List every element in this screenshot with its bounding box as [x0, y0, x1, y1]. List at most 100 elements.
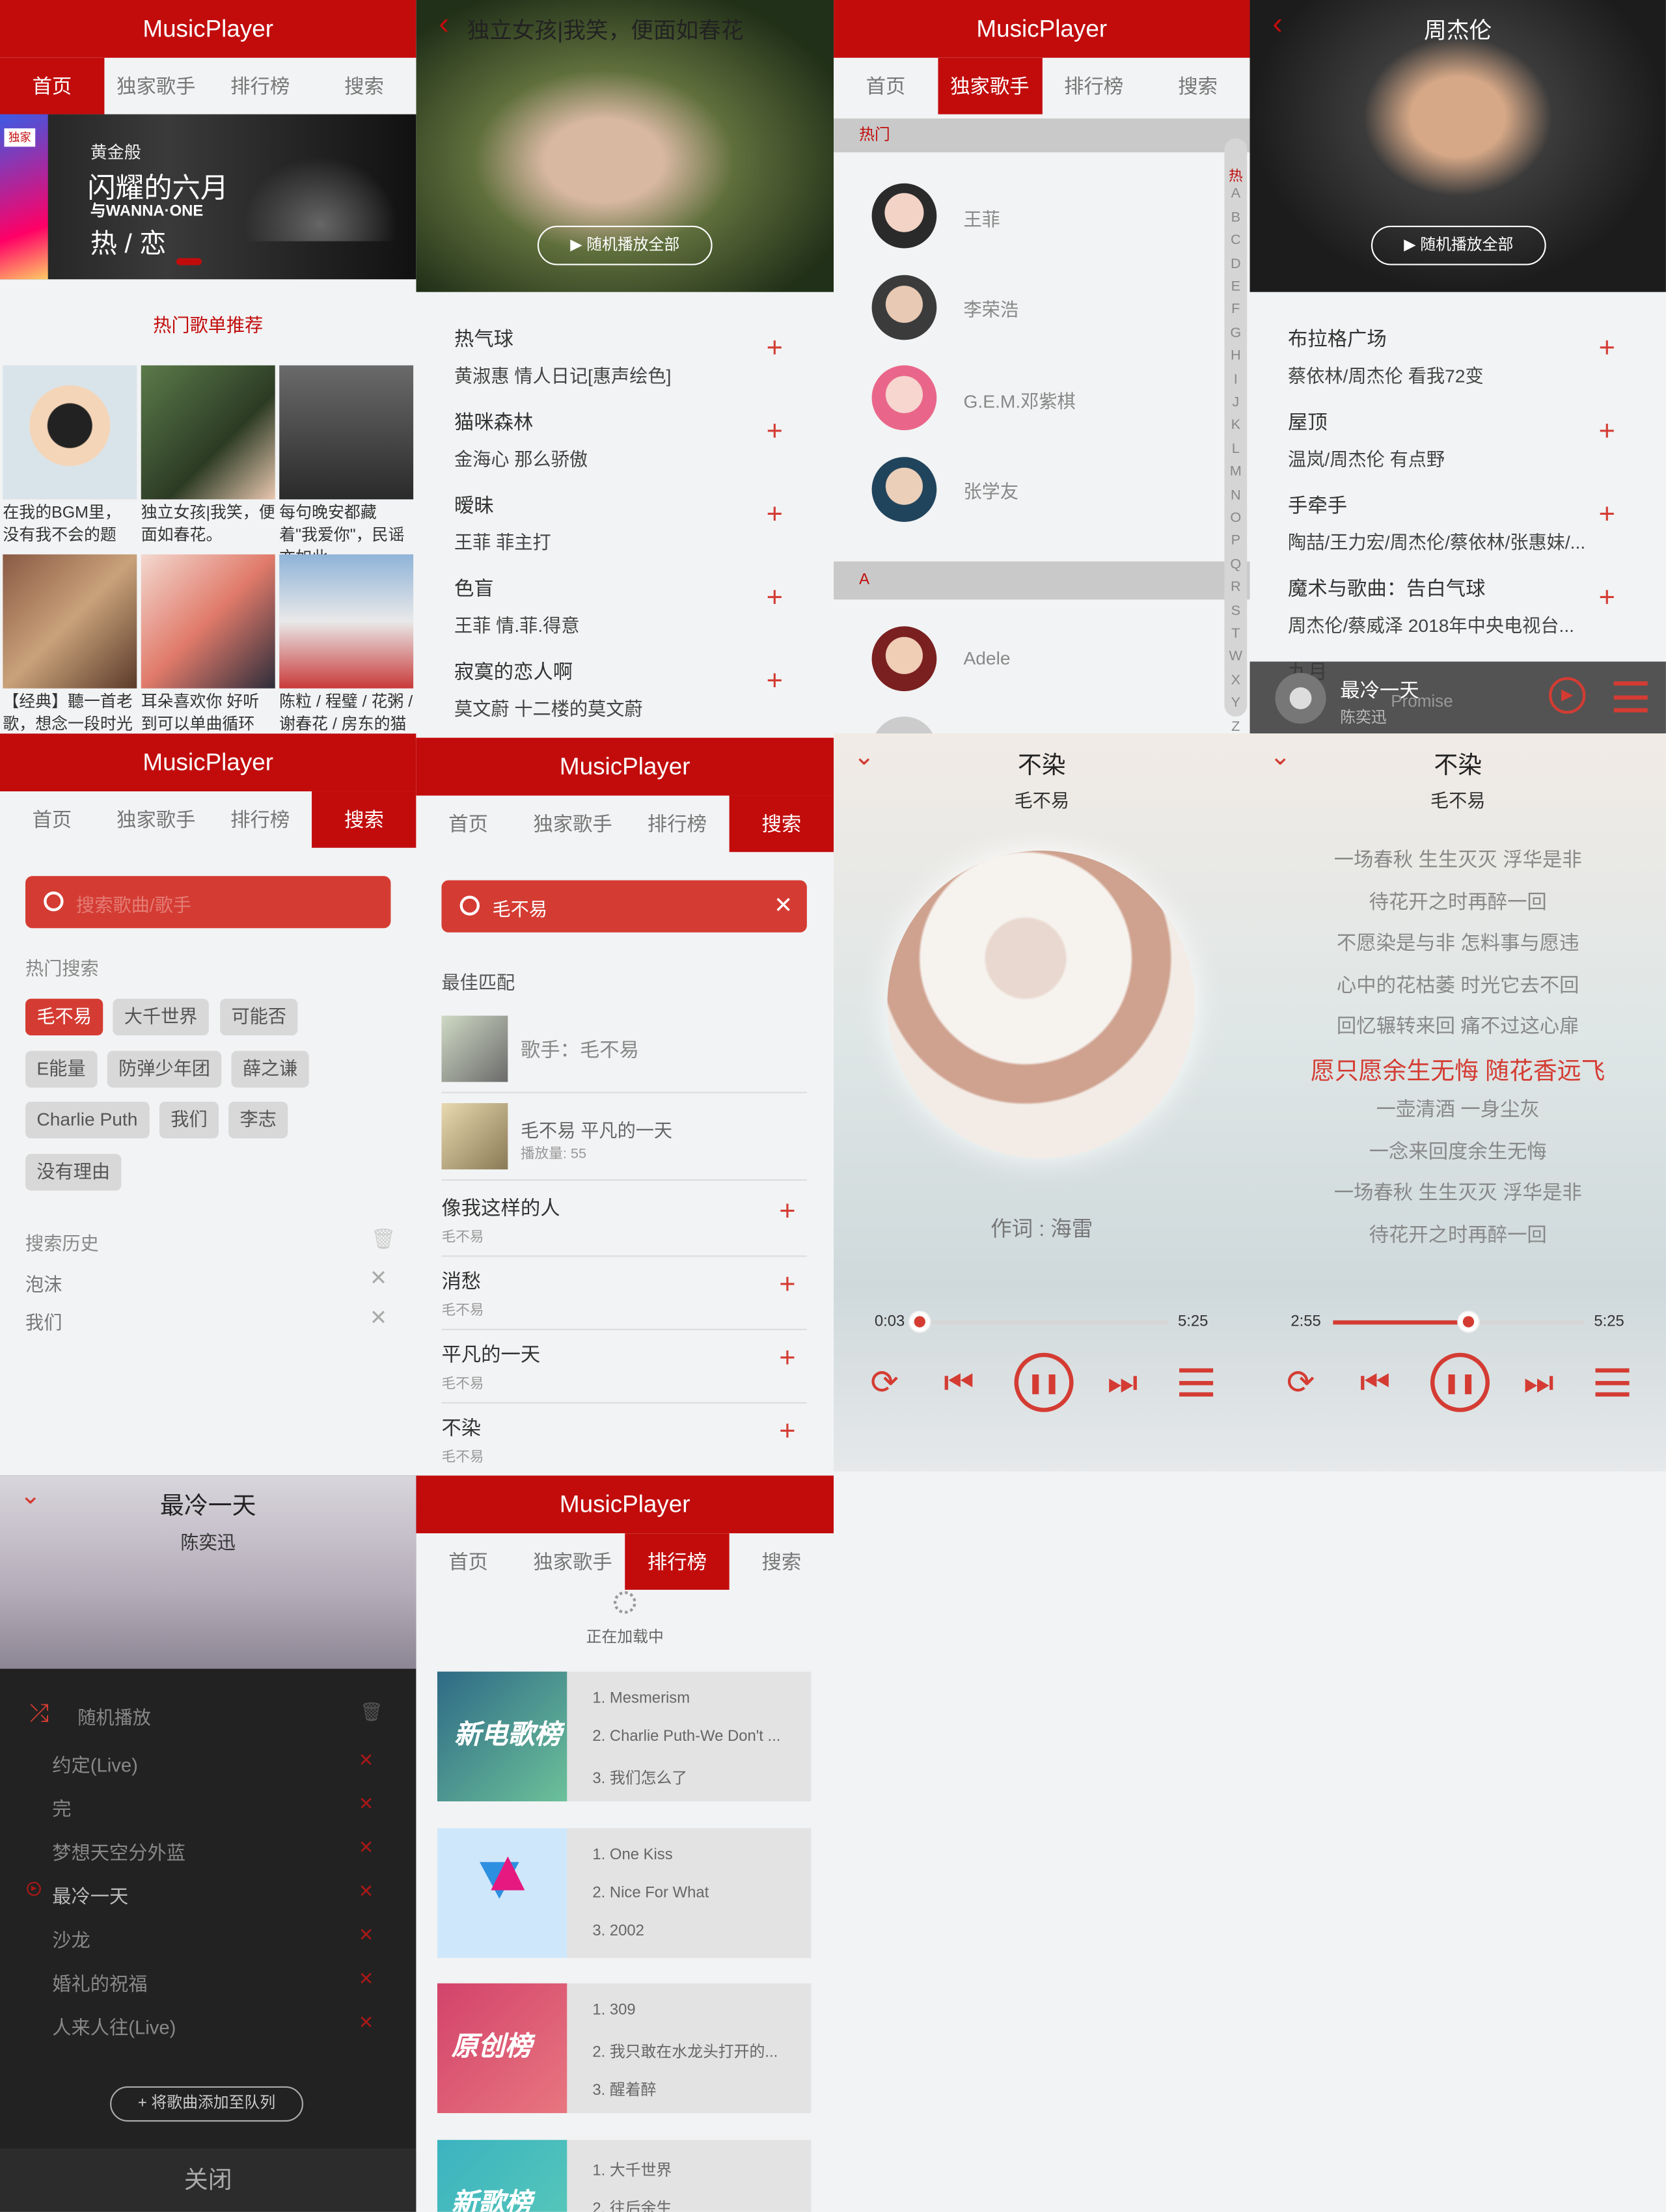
index-letter[interactable]: P: [1224, 534, 1247, 549]
singer-avatar[interactable]: [871, 457, 937, 523]
tab-home[interactable]: 首页: [0, 791, 104, 848]
add-icon[interactable]: +: [1599, 333, 1615, 366]
song-item[interactable]: 布拉格广场 蔡依林/周杰伦 看我72变: [1288, 325, 1484, 389]
index-letter[interactable]: X: [1224, 673, 1247, 689]
index-letter[interactable]: F: [1224, 303, 1247, 318]
search-box[interactable]: 毛不易 ✕: [441, 880, 807, 933]
index-letter[interactable]: W: [1224, 649, 1247, 665]
play-icon[interactable]: ▶: [1549, 677, 1586, 714]
tab-search[interactable]: 搜索: [730, 1533, 834, 1590]
index-letter[interactable]: S: [1224, 603, 1247, 619]
singer-avatar[interactable]: [871, 365, 937, 431]
loop-icon[interactable]: ⟳: [870, 1363, 899, 1404]
tab-singers[interactable]: 独家歌手: [104, 791, 208, 848]
index-letter[interactable]: K: [1224, 418, 1247, 433]
add-icon[interactable]: +: [779, 1416, 795, 1449]
index-letter[interactable]: H: [1224, 349, 1247, 364]
best-singer-item[interactable]: 歌手：毛不易: [441, 1015, 807, 1093]
tab-singers[interactable]: 独家歌手: [937, 57, 1042, 115]
alphabet-index[interactable]: 热ABCDEFGHIJKLMNOPQRSTWXYZ: [1224, 138, 1248, 733]
rank-board[interactable]: 1. One Kiss 2. Nice For What 3. 2002: [437, 1828, 812, 1958]
singer-name[interactable]: 李荣浩: [963, 295, 1018, 321]
hot-tag[interactable]: 李志: [228, 1101, 288, 1139]
playlist-cover[interactable]: [3, 554, 137, 689]
progress-knob[interactable]: [909, 1311, 929, 1332]
remove-icon[interactable]: ✕: [359, 1880, 374, 1903]
prev-icon[interactable]: ⏮: [944, 1364, 974, 1404]
index-letter[interactable]: Y: [1224, 696, 1247, 711]
singer-name[interactable]: 王菲: [963, 204, 1000, 231]
remove-icon[interactable]: ✕: [359, 2012, 374, 2034]
result-song[interactable]: 像我这样的人 毛不易 +: [441, 1194, 807, 1257]
close-icon[interactable]: ✕: [370, 1265, 387, 1291]
add-icon[interactable]: +: [767, 666, 783, 698]
trash-icon[interactable]: 🗑: [360, 1701, 383, 1724]
index-letter[interactable]: J: [1224, 395, 1247, 411]
hot-tag[interactable]: 薛之谦: [231, 1050, 309, 1088]
tab-home[interactable]: 首页: [0, 57, 104, 115]
singer-name[interactable]: G.E.M.邓紫棋: [963, 387, 1075, 413]
index-letter[interactable]: T: [1224, 626, 1247, 642]
shuffle-all-button[interactable]: ▶ 随机播放全部: [1371, 225, 1546, 266]
add-icon[interactable]: +: [1599, 582, 1615, 615]
hot-tag[interactable]: 可能否: [220, 998, 298, 1036]
progress-track[interactable]: [909, 1311, 1168, 1332]
remove-icon[interactable]: ✕: [359, 1924, 374, 1947]
index-letter[interactable]: D: [1224, 256, 1247, 272]
progress-track[interactable]: [1333, 1311, 1585, 1332]
best-album-item[interactable]: 毛不易 平凡的一天 播放量: 55: [441, 1103, 807, 1181]
playlist-caption[interactable]: 陈粒 / 程璧 / 花粥 / 谢春花 / 房东的猫: [279, 691, 413, 733]
queue-item[interactable]: 人来人往(Live): [52, 2012, 176, 2040]
queue-item[interactable]: 沙龙: [52, 1924, 90, 1952]
hot-tag[interactable]: 没有理由: [25, 1154, 122, 1191]
rank-board[interactable]: 原创榜 1. 309 2. 我只敢在水龙头打开的... 3. 醒着醉: [437, 1983, 812, 2114]
hot-tag[interactable]: 我们: [159, 1101, 219, 1139]
close-button[interactable]: 关闭: [0, 2148, 416, 2212]
playlist-menu-icon[interactable]: [1595, 1368, 1630, 1397]
tab-rank[interactable]: 排行榜: [208, 791, 312, 848]
playlist-cover[interactable]: [141, 554, 275, 689]
queue-item[interactable]: 婚礼的祝福: [52, 1968, 147, 1996]
singer-avatar[interactable]: [871, 183, 937, 249]
queue-item[interactable]: 完: [52, 1793, 71, 1821]
tab-rank[interactable]: 排行榜: [625, 1533, 730, 1590]
add-icon[interactable]: +: [779, 1343, 795, 1376]
search-input[interactable]: 毛不易: [492, 894, 547, 921]
tab-home[interactable]: 首页: [416, 796, 520, 853]
clear-icon[interactable]: ✕: [774, 892, 793, 920]
shuffle-icon[interactable]: ⤮: [30, 1700, 49, 1728]
song-item[interactable]: 屋顶 温岚/周杰伦 有点野: [1288, 407, 1445, 471]
history-item[interactable]: 我们: [25, 1307, 62, 1334]
back-icon[interactable]: ‹: [439, 6, 449, 42]
song-item[interactable]: 色盲 王菲 情.菲.得意: [454, 574, 580, 638]
tab-search[interactable]: 搜索: [729, 795, 834, 853]
queue-mode[interactable]: 随机播放: [77, 1702, 151, 1729]
tab-rank[interactable]: 排行榜: [625, 796, 729, 853]
hot-tag[interactable]: E能量: [25, 1050, 97, 1088]
playlist-menu-icon[interactable]: [1613, 681, 1648, 713]
index-letter[interactable]: R: [1224, 580, 1247, 595]
index-letter[interactable]: I: [1224, 372, 1247, 387]
result-song[interactable]: 消愁 毛不易 +: [441, 1267, 807, 1331]
index-letter[interactable]: C: [1224, 233, 1247, 249]
playlist-caption[interactable]: 耳朵喜欢你 好听到可以单曲循环: [141, 691, 275, 733]
next-icon[interactable]: ⏭: [1108, 1364, 1138, 1404]
remove-icon[interactable]: ✕: [359, 1837, 374, 1859]
remove-icon[interactable]: ✕: [359, 1793, 374, 1816]
hot-tag[interactable]: 毛不易: [25, 998, 103, 1036]
singer-name[interactable]: Adele: [963, 648, 1010, 669]
search-box[interactable]: 搜索歌曲/歌手: [25, 876, 391, 929]
singer-name[interactable]: 张学友: [963, 477, 1018, 504]
add-icon[interactable]: +: [779, 1196, 795, 1229]
playlist-menu-icon[interactable]: [1179, 1368, 1214, 1397]
close-icon[interactable]: ✕: [370, 1305, 387, 1330]
playlist-caption[interactable]: 独立女孩|我笑，便面如春花。: [141, 502, 275, 547]
tab-search[interactable]: 搜索: [312, 791, 416, 848]
index-letter[interactable]: A: [1224, 187, 1247, 202]
tab-home[interactable]: 首页: [834, 58, 938, 115]
singer-avatar[interactable]: [871, 626, 937, 692]
add-icon[interactable]: +: [779, 1270, 795, 1302]
song-item[interactable]: 魔术与歌曲：告白气球 周杰伦/蔡威泽 2018年中央电视台...: [1288, 574, 1613, 638]
playlist-cover[interactable]: [279, 365, 414, 500]
rank-board[interactable]: 新歌榜 1. 大千世界 2. 往后余生: [437, 2140, 812, 2212]
